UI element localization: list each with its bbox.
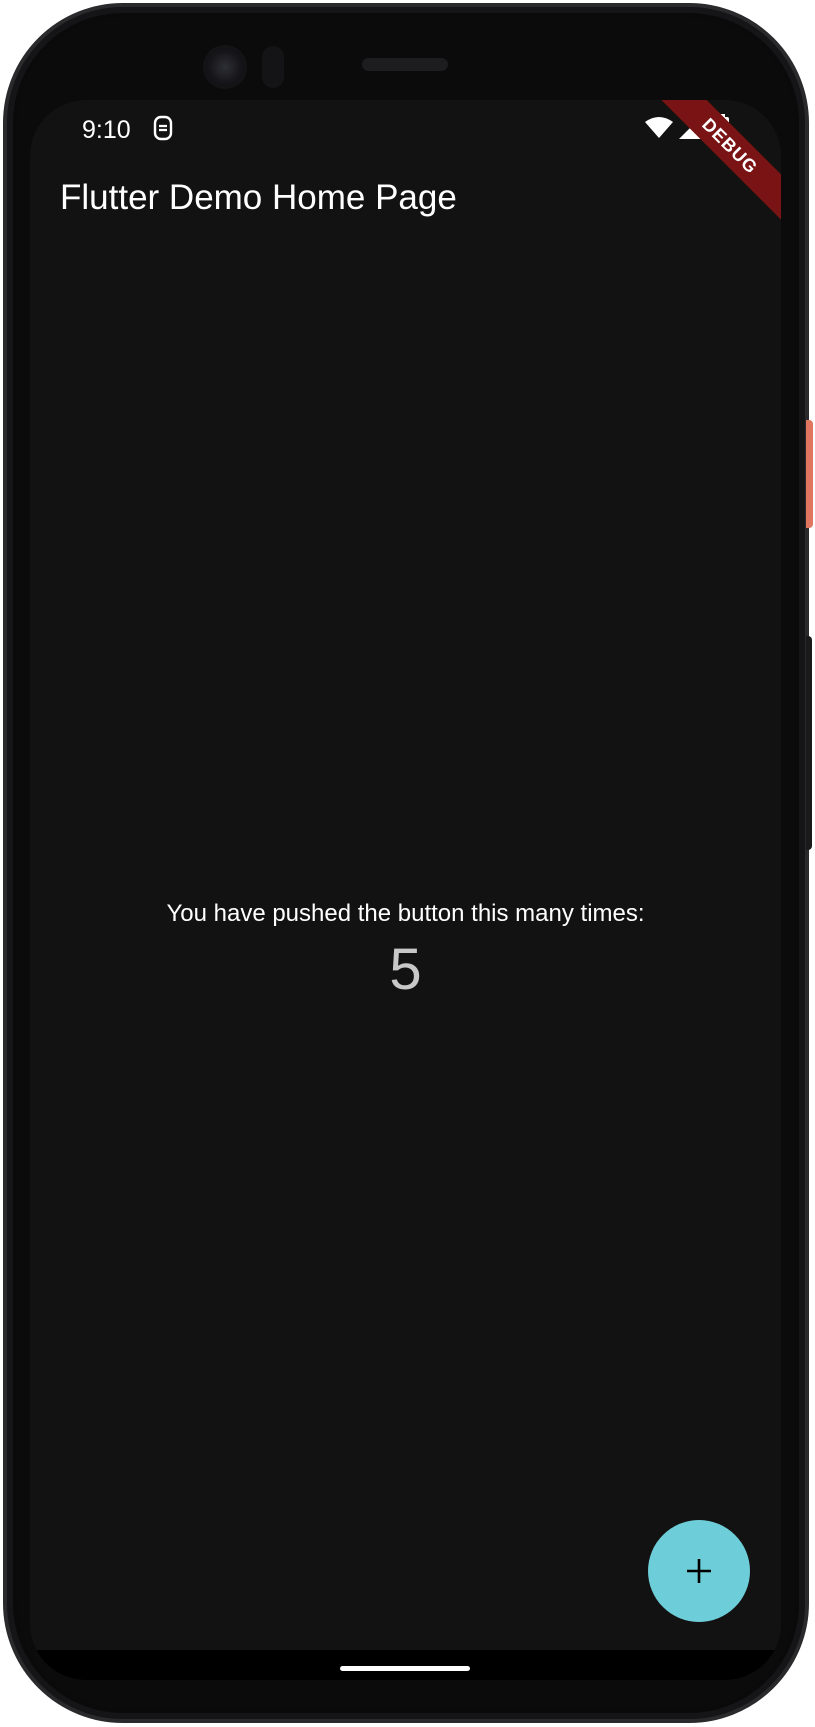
counter-value: 5 [389,937,422,1002]
counter-label: You have pushed the button this many tim… [166,900,645,927]
volume-button [806,636,812,850]
front-camera-icon [206,48,244,86]
notification-icon [153,115,173,141]
power-button [806,420,813,528]
increment-button[interactable] [648,1520,750,1622]
page-title: Flutter Demo Home Page [60,178,457,217]
navigation-bar [30,1650,781,1680]
app-screen: 9:10 DEBUG Flutter Demo Home Page You ha… [30,100,781,1680]
status-time: 9:10 [82,116,131,144]
home-indicator[interactable] [340,1666,470,1671]
wifi-icon [645,117,673,138]
status-bar: 9:10 [30,100,781,158]
earpiece-speaker [362,58,448,71]
plus-icon [687,1559,711,1583]
sensor-icon [262,46,284,88]
